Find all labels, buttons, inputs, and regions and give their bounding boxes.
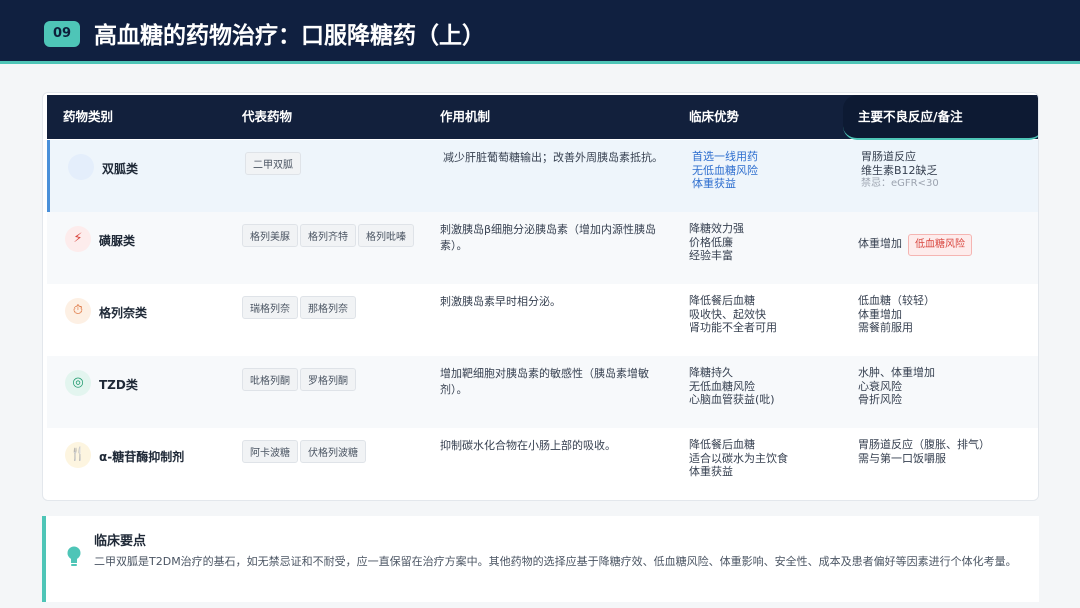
mechanism-text: 减少肝脏葡萄糖输出；改善外周胰岛素抵抗。: [443, 151, 663, 164]
mechanism-text: 刺激胰岛素早时相分泌。: [440, 295, 561, 308]
advantage-item: 降低餐后血糖: [689, 294, 755, 307]
advantage-item: 吸收快、起效快: [689, 307, 766, 321]
mechanism-text: 增加靶细胞对胰岛素的敏感性（胰岛素增敏剂）。: [440, 367, 649, 396]
note-item: 水肿、体重增加: [858, 366, 935, 379]
representative-drugs: 二甲双胍: [245, 152, 425, 177]
advantages-list: 降低餐后血糖 吸收快、起效快 肾功能不全者可用: [689, 294, 839, 335]
advantage-item: 体重获益: [689, 465, 733, 478]
contraindication-note: 禁忌：eGFR<30: [861, 178, 939, 189]
advantage-item: 价格低廉: [689, 235, 733, 249]
drug-class-name: TZD类: [99, 378, 138, 392]
note-item: 胃肠道反应: [861, 150, 916, 163]
column-header-drugs: 代表药物: [242, 109, 293, 124]
advantage-item: 降糖持久: [689, 366, 733, 379]
lightning-icon: ⚡: [65, 226, 91, 252]
stopwatch-icon: ⏱: [65, 298, 91, 324]
note-item: 需餐前服用: [858, 321, 913, 334]
representative-drugs: 阿卡波糖 伏格列波糖: [242, 440, 422, 465]
advantage-item: 无低血糖风险: [692, 163, 758, 177]
clinical-note-title: 临床要点: [94, 534, 147, 549]
note-item: 胃肠道反应（腹胀、排气）: [858, 438, 990, 451]
drug-tag[interactable]: 阿卡波糖: [242, 440, 298, 463]
advantage-item: 肾功能不全者可用: [689, 321, 777, 334]
advantage-item: 降低餐后血糖: [689, 438, 755, 451]
note-item: 维生素B12缺乏: [861, 163, 938, 177]
note-item: 低血糖（较轻）: [858, 294, 935, 307]
drug-tag[interactable]: 瑞格列奈: [242, 296, 298, 319]
drug-tag[interactable]: 格列吡嗪: [358, 224, 414, 247]
table-row-glinides[interactable]: ⏱ 格列奈类 瑞格列奈 那格列奈 刺激胰岛素早时相分泌。 降低餐后血糖 吸收快、起…: [47, 284, 1038, 356]
drug-class-name: 磺脲类: [99, 234, 136, 248]
drug-tag[interactable]: 二甲双胍: [245, 152, 301, 175]
drug-tag[interactable]: 吡格列酮: [242, 368, 298, 391]
advantage-item: 无低血糖风险: [689, 379, 755, 393]
section-number-badge: 09: [44, 21, 80, 47]
representative-drugs: 瑞格列奈 那格列奈: [242, 296, 422, 321]
drug-tag[interactable]: 格列美脲: [242, 224, 298, 247]
column-header-mechanism: 作用机制: [440, 109, 491, 124]
lightbulb-icon: [66, 546, 84, 568]
metformin-circle-icon: [68, 154, 94, 180]
adverse-notes: 水肿、体重增加 心衰风险 骨折风险: [858, 366, 1038, 407]
clinical-note-text: 二甲双胍是T2DM治疗的基石，如无禁忌证和不耐受，应一直保留在治疗方案中。其他药…: [94, 555, 1017, 568]
note-item: 体重增加: [858, 307, 902, 321]
clinical-note-box: 临床要点 二甲双胍是T2DM治疗的基石，如无禁忌证和不耐受，应一直保留在治疗方案…: [42, 516, 1039, 602]
drug-class-name: 格列奈类: [99, 306, 148, 320]
advantage-item: 体重获益: [692, 177, 736, 190]
table-header: 药物类别 代表药物 作用机制 临床优势 主要不良反应/备注: [47, 95, 1038, 140]
drug-tag[interactable]: 格列齐特: [300, 224, 356, 247]
target-icon: ◎: [65, 370, 91, 396]
table-row-alpha-glucosidase[interactable]: 🍴 α-糖苷酶抑制剂 阿卡波糖 伏格列波糖 抑制碳水化合物在小肠上部的吸收。 降低…: [47, 428, 1038, 500]
advantages-list: 降低餐后血糖 适合以碳水为主饮食 体重获益: [689, 438, 839, 479]
fork-knife-icon: 🍴: [65, 442, 91, 468]
advantage-item: 降糖效力强: [689, 222, 744, 235]
table-row-tzd[interactable]: ◎ TZD类 吡格列酮 罗格列酮 增加靶细胞对胰岛素的敏感性（胰岛素增敏剂）。 降…: [47, 356, 1038, 428]
adverse-notes: 体重增加 低血糖风险: [858, 234, 1038, 256]
hypoglycemia-risk-badge: 低血糖风险: [908, 234, 972, 256]
advantages-list: 首选一线用药 无低血糖风险 体重获益: [692, 150, 842, 191]
drug-class-name: α-糖苷酶抑制剂: [99, 450, 185, 464]
table-row-biguanides[interactable]: 双胍类 二甲双胍 减少肝脏葡萄糖输出；改善外周胰岛素抵抗。 首选一线用药 无低血…: [47, 140, 1038, 212]
column-header-advantages: 临床优势: [689, 109, 740, 124]
advantage-item: 首选一线用药: [692, 150, 758, 163]
advantages-list: 降糖效力强 价格低廉 经验丰富: [689, 222, 839, 263]
representative-drugs: 格列美脲 格列齐特 格列吡嗪: [242, 224, 422, 249]
advantage-item: 适合以碳水为主饮食: [689, 451, 788, 465]
advantages-list: 降糖持久 无低血糖风险 心脑血管获益(吡): [689, 366, 839, 407]
note-item: 需与第一口饭嚼服: [858, 451, 946, 465]
table-row-sulfonylureas[interactable]: ⚡ 磺脲类 格列美脲 格列齐特 格列吡嗪 刺激胰岛β细胞分泌胰岛素（增加内源性胰岛素…: [47, 212, 1038, 284]
drug-tag[interactable]: 那格列奈: [300, 296, 356, 319]
adverse-notes: 胃肠道反应（腹胀、排气） 需与第一口饭嚼服: [858, 438, 1038, 465]
drug-tag[interactable]: 罗格列酮: [300, 368, 356, 391]
adverse-notes: 胃肠道反应 维生素B12缺乏 禁忌：eGFR<30: [861, 150, 1038, 191]
advantage-item: 经验丰富: [689, 249, 733, 262]
header-bar: 09 高血糖的药物治疗：口服降糖药（上）: [0, 0, 1080, 64]
mechanism-text: 抑制碳水化合物在小肠上部的吸收。: [440, 439, 616, 452]
note-item: 体重增加: [858, 237, 902, 250]
drug-class-name: 双胍类: [102, 162, 139, 176]
adverse-notes: 低血糖（较轻） 体重增加 需餐前服用: [858, 294, 1038, 335]
page-title: 高血糖的药物治疗：口服降糖药（上）: [94, 22, 485, 49]
note-item: 骨折风险: [858, 393, 902, 406]
drug-table: 药物类别 代表药物 作用机制 临床优势 主要不良反应/备注 双胍类 二甲双胍 减…: [42, 92, 1039, 501]
representative-drugs: 吡格列酮 罗格列酮: [242, 368, 422, 393]
note-item: 心衰风险: [858, 379, 902, 393]
column-header-notes: 主要不良反应/备注: [858, 109, 963, 124]
column-header-category: 药物类别: [63, 109, 114, 124]
mechanism-text: 刺激胰岛β细胞分泌胰岛素（增加内源性胰岛素）。: [440, 223, 657, 252]
advantage-item: 心脑血管获益(吡): [689, 393, 775, 406]
drug-tag[interactable]: 伏格列波糖: [300, 440, 366, 463]
